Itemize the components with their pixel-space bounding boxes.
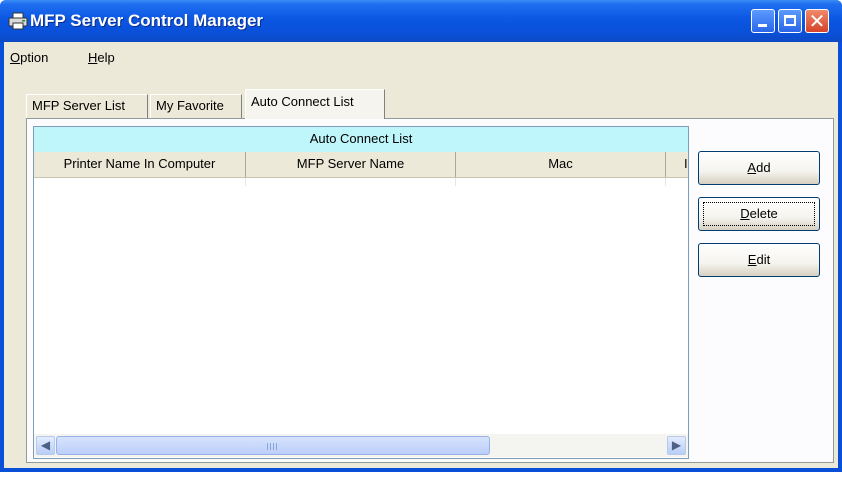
minimize-button[interactable] [751, 9, 775, 33]
delete-button-mnemonic: D [740, 206, 750, 221]
list-header: Printer Name In Computer MFP Server Name… [34, 152, 688, 178]
chevron-right-icon: ▶ [671, 438, 682, 452]
tab-mfp-server-list[interactable]: MFP Server List [26, 94, 148, 118]
delete-button[interactable]: Delete [698, 197, 820, 231]
maximize-icon [784, 15, 796, 26]
grip-icon [267, 443, 279, 450]
title-bar[interactable]: MFP Server Control Manager ✕ [0, 0, 842, 42]
menu-help[interactable]: Help [88, 50, 115, 65]
tab-label: MFP Server List [32, 98, 125, 113]
tab-auto-connect-list[interactable]: Auto Connect List [245, 89, 385, 119]
column-divider [245, 178, 246, 186]
minimize-icon [758, 24, 767, 27]
menu-help-label: elp [97, 50, 115, 65]
horizontal-scrollbar[interactable]: ◀ ▶ [34, 434, 688, 457]
chevron-left-icon: ◀ [40, 438, 51, 452]
add-button[interactable]: Add [698, 151, 820, 185]
scroll-right-button[interactable]: ▶ [667, 436, 686, 455]
auto-connect-list[interactable]: Auto Connect List Printer Name In Comput… [33, 126, 689, 459]
delete-button-label: elete [749, 206, 778, 221]
column-divider [665, 178, 666, 186]
add-button-mnemonic: A [747, 160, 757, 175]
tab-label: Auto Connect List [251, 94, 354, 109]
column-divider [455, 178, 456, 186]
menu-option[interactable]: Option [10, 50, 48, 65]
close-icon: ✕ [808, 9, 826, 33]
column-header-printer-name[interactable]: Printer Name In Computer [34, 152, 246, 177]
scroll-left-button[interactable]: ◀ [36, 436, 55, 455]
window-title: MFP Server Control Manager [30, 11, 264, 30]
edit-button[interactable]: Edit [698, 243, 820, 277]
printer-icon [8, 12, 28, 30]
add-button-label: dd [756, 160, 771, 175]
list-body[interactable] [34, 178, 688, 433]
tab-my-favorite[interactable]: My Favorite [150, 94, 242, 118]
menu-option-label: ption [20, 50, 49, 65]
list-caption: Auto Connect List [34, 127, 688, 152]
maximize-button[interactable] [778, 9, 802, 33]
tab-label: My Favorite [156, 98, 224, 113]
column-header-truncated[interactable]: I [666, 152, 688, 177]
menu-option-mnemonic: O [10, 50, 21, 65]
edit-button-label: dit [756, 252, 771, 267]
column-header-mac[interactable]: Mac [456, 152, 666, 177]
close-button[interactable]: ✕ [805, 9, 829, 33]
menu-help-mnemonic: H [88, 50, 98, 65]
column-header-mfp-server-name[interactable]: MFP Server Name [246, 152, 456, 177]
scroll-thumb[interactable] [56, 436, 490, 455]
